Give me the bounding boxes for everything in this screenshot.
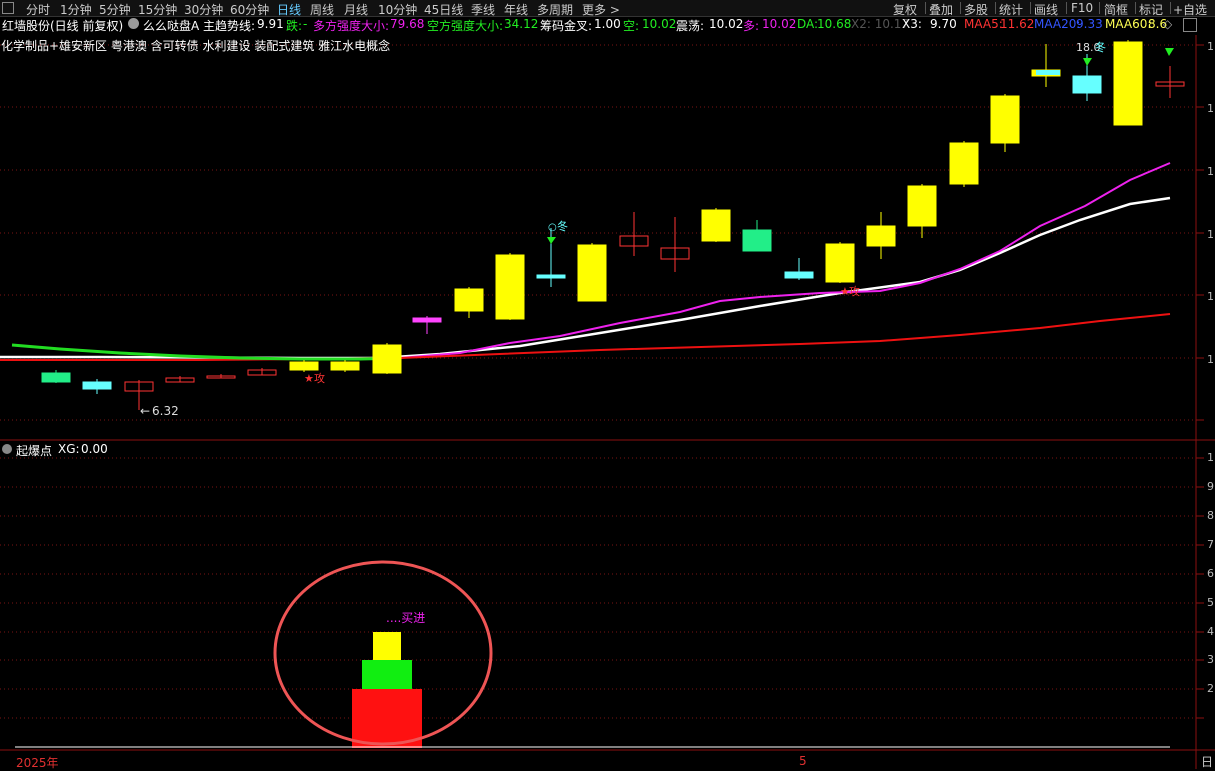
candle-body [577,244,607,302]
star-marker: ★ [304,372,314,385]
yaxis-tick-label: 1 [1207,165,1214,178]
low-price-label: 6.32 [152,404,179,418]
yaxis-tick-label: 7 [1207,538,1214,551]
yaxis-tick-label: 1 [1207,102,1214,115]
winter-label: 冬 [557,219,568,233]
candle-body [742,229,772,252]
attack-label: 攻 [849,284,860,298]
candle-body [1072,75,1102,94]
dropdown-icon[interactable] [2,444,12,454]
xaxis-corner-label: 日 [1200,755,1213,769]
signal-bar-yellow [373,632,401,660]
yaxis-tick-label: 3 [1207,653,1214,666]
xaxis-month-label: 5 [799,754,807,768]
yaxis-tick-label: 1 [1207,290,1214,303]
yaxis-tick-label: 1 [1207,451,1214,464]
candle-body [701,209,731,242]
candle-body [289,361,319,371]
yaxis-tick-label: 1 [1207,228,1214,241]
low-arrow: ← [140,404,150,418]
stock-title: 红墙股份(日线 前复权) [2,19,124,33]
winter-label: 冬 [1095,40,1106,54]
xaxis-year-label: 2025年 [16,756,59,770]
candle-body [454,288,484,312]
candle-body [82,381,112,390]
candle-body [495,254,525,320]
dropdown-icon[interactable] [128,18,139,29]
indicator-info-line: 红墙股份(日线 前复权) 么么哒盘A 主趋势线: 9.91 跌: - 多方强度大… [2,17,1173,33]
candle-overlay [413,318,441,322]
yaxis-tick-label: 1 [1207,40,1214,53]
concept-tags: 化学制品+雄安新区 粤港澳 含可转债 水利建设 装配式建筑 雅江水电概念 [1,39,391,53]
circle-marker: ○ [548,222,557,233]
candle-body [372,344,402,374]
yaxis-tick-label: 6 [1207,567,1214,580]
signal-bar-red [352,689,422,748]
yaxis-tick-label: 4 [1207,625,1214,638]
candle-body [866,225,896,247]
ma-red-line [0,313,1171,361]
candle-body [825,243,855,283]
diamond-icon[interactable]: ◇ [1163,17,1172,31]
yaxis-tick-label: 9 [1207,480,1214,493]
yaxis-tick-label: 1 [1207,353,1214,366]
candle-body [330,361,360,371]
candle-body [784,271,814,279]
candle-overlay [1036,70,1060,75]
candle-body [949,142,979,185]
candle-body [1113,41,1143,126]
close-panel-icon[interactable] [1183,18,1197,32]
attack-label: 攻 [314,371,325,385]
signal-bar-green [362,660,412,689]
candle-body [41,372,71,383]
candle-body [907,185,937,227]
yaxis-tick-label: 5 [1207,596,1214,609]
down-arrow-icon [1165,48,1174,56]
down-arrow-icon [1083,58,1092,66]
candle-body [990,95,1020,144]
yaxis-tick-label: 2 [1207,682,1214,695]
kline-chart[interactable]: 198765432111111← 6.32★ 攻★ 攻○ 冬18.0冬....买进 [0,0,1215,769]
indicator-name[interactable]: 么么哒盘A [143,17,199,33]
candle-body [536,274,566,279]
buy-signal-label: ....买进 [386,611,425,625]
yaxis-tick-label: 8 [1207,509,1214,522]
down-arrow-icon [547,237,556,244]
